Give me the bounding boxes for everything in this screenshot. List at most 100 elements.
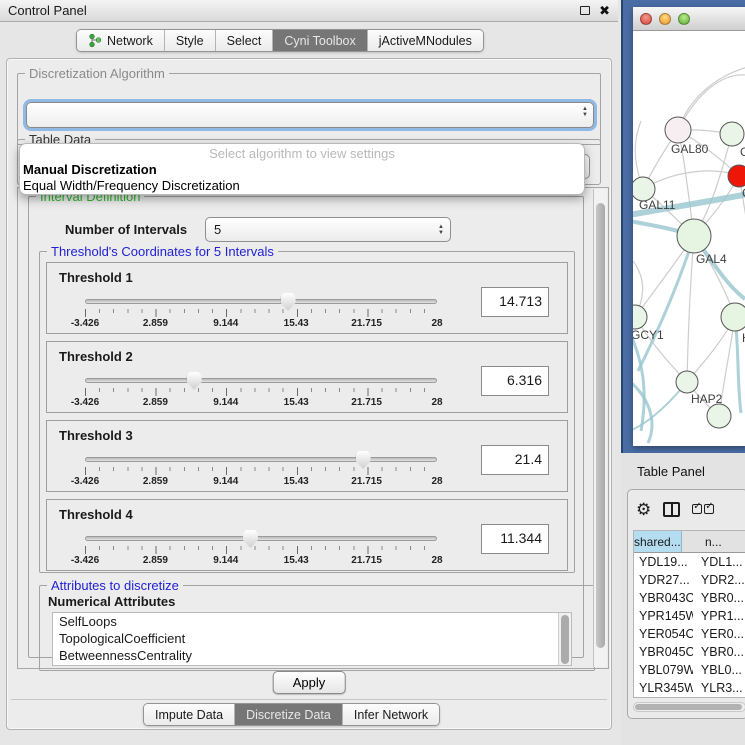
table-row[interactable]: YBR045CYBR0... [634,643,745,661]
tab-infer-network[interactable]: Infer Network [343,704,439,725]
tab-label: Discretize Data [246,708,331,722]
axis-tick-label: 2.859 [143,555,168,566]
float-window-icon[interactable] [580,6,590,15]
split-columns-icon[interactable] [663,502,680,517]
threshold-slider-track[interactable] [85,536,437,541]
apply-button[interactable]: Apply [273,671,346,694]
cell-shared-name: YER054C [634,625,693,643]
mac-minimize-button[interactable] [659,13,671,25]
gear-icon[interactable]: ⚙ [636,501,651,518]
threshold-value-field[interactable]: 21.4 [481,445,549,475]
control-panel-title: Control Panel [8,3,87,18]
table-row[interactable]: YBL079WYBL0... [634,661,745,679]
table-row[interactable]: YBR043CYBR0... [634,589,745,607]
attribute-item-selfloops[interactable]: SelfLoops [53,613,571,630]
attributes-group-title: Attributes to discretize [47,578,183,593]
network-node-gcy1[interactable] [633,305,647,329]
threshold-panel-3: Threshold 3-3.4262.8599.14415.4321.71528… [46,420,568,492]
settings-vertical-scrollbar[interactable] [593,189,607,667]
threshold-label: Threshold 4 [59,507,133,522]
axis-tick-label: 15.43 [284,318,309,329]
number-of-intervals-value: 5 [214,222,221,237]
axis-tick-label: -3.426 [71,397,99,408]
mac-zoom-button[interactable] [678,13,690,25]
tab-select[interactable]: Select [216,30,274,51]
select-columns-icons[interactable] [692,504,714,514]
network-node-hap2[interactable] [676,371,698,393]
network-node-gal80[interactable] [665,117,691,143]
popup-option-manual-discretization[interactable]: Manual Discretization [20,162,584,178]
cell-shared-name: YBL079W [634,661,693,679]
tab-label: Style [176,34,204,48]
network-node-node-g[interactable] [720,122,744,146]
axis-tick-label: 21.715 [351,397,382,408]
network-edge-thick[interactable] [633,331,644,431]
network-node-node-bottom[interactable] [707,404,731,428]
threshold-slider-track[interactable] [85,378,437,383]
table-row[interactable]: YPR145WYPR1... [634,607,745,625]
column-header-shared[interactable]: shared... [634,531,682,552]
axis-tick-label: 21.715 [351,476,382,487]
attribute-item-topologicalcoefficient[interactable]: TopologicalCoefficient [53,630,571,647]
tab-style[interactable]: Style [165,30,216,51]
tab-jactivemnodules[interactable]: jActiveMNodules [368,30,483,51]
attributes-list-scrollbar[interactable] [558,613,571,665]
threshold-value-field[interactable]: 6.316 [481,366,549,396]
tab-impute-data[interactable]: Impute Data [144,704,235,725]
threshold-slider-track[interactable] [85,299,437,304]
table-row[interactable]: YER054CYER0... [634,625,745,643]
network-edge-thick[interactable] [638,236,694,371]
cell-name: YBR0... [693,643,745,661]
node-label-partial: G [740,145,745,159]
combo-spinner-icon: ▲▼ [582,106,588,118]
network-node-gal4[interactable] [677,219,711,253]
network-edge[interactable] [643,171,739,189]
table-row[interactable]: YLR345WYLR3... [634,679,745,697]
checkbox-icon[interactable] [692,504,702,514]
network-node-node-h[interactable] [721,303,745,331]
node-label-gal4: GAL4 [696,252,727,266]
column-header-name[interactable]: n... [682,531,745,552]
algorithm-popup-placeholder: Select algorithm to view settings [20,146,584,162]
network-view-frame: GAL80GAL11GAL4GCY1HAP2GCH [621,0,745,453]
number-of-intervals-combobox[interactable]: 5 ▲▼ [205,217,451,242]
bottom-tab-bar: Impute Data Discretize Data Infer Network [143,703,440,726]
tab-network[interactable]: Network [77,30,165,51]
threshold-value-field[interactable]: 14.713 [481,287,549,317]
cell-shared-name: YPR145W [634,607,693,625]
table-panel-box: ⚙ shared... n... YDL19...YDL1...YDR27...… [627,489,745,719]
tab-label: Select [227,34,262,48]
node-label-gal11: GAL11 [639,198,676,212]
axis-tick-label: 21.715 [351,555,382,566]
table-row[interactable]: YIL052CYIL0... [634,697,745,698]
tab-cyni-toolbox[interactable]: Cyni Toolbox [273,30,367,51]
table-row[interactable]: YDL19...YDL1... [634,553,745,571]
numerical-attributes-list[interactable]: SelfLoopsTopologicalCoefficientBetweenne… [52,612,572,666]
threshold-slider-track[interactable] [85,457,437,462]
axis-tick-label: 15.43 [284,476,309,487]
mac-close-button[interactable] [640,13,652,25]
table-row[interactable]: YDR27...YDR2... [634,571,745,589]
close-icon[interactable]: ✖ [599,4,610,17]
cell-shared-name: YLR345W [634,679,693,697]
threshold-panel-1: Threshold 1-3.4262.8599.14415.4321.71528… [46,262,568,334]
node-attribute-table: shared... n... YDL19...YDL1...YDR27...YD… [633,530,745,698]
combo-spinner-icon: ▲▼ [438,224,444,236]
node-label-hap2: HAP2 [691,392,723,406]
threshold-label: Threshold 2 [59,349,133,364]
network-canvas[interactable]: GAL80GAL11GAL4GCY1HAP2GCH [633,31,745,446]
cell-shared-name: YBR045C [634,643,693,661]
attribute-item-betweennesscentrality[interactable]: BetweennessCentrality [53,647,571,664]
network-node-red-node[interactable] [728,165,745,187]
table-panel-area: Table Panel ⚙ shared... n... YDL19...YDL… [621,453,745,745]
axis-tick-label: 2.859 [143,318,168,329]
algorithm-combobox[interactable]: ▲▼ [26,102,594,128]
cell-name: YBR0... [693,589,745,607]
tab-discretize-data[interactable]: Discretize Data [235,704,343,725]
table-horizontal-scrollbar[interactable] [633,702,745,712]
checkbox-icon[interactable] [704,504,714,514]
threshold-value-field[interactable]: 11.344 [481,524,549,554]
app-root: Control Panel ✖ Network Style Select Cyni T… [0,0,745,745]
popup-option-equal-width-frequency-discretization[interactable]: Equal Width/Frequency Discretization [20,178,584,194]
tab-label: Network [107,34,153,48]
